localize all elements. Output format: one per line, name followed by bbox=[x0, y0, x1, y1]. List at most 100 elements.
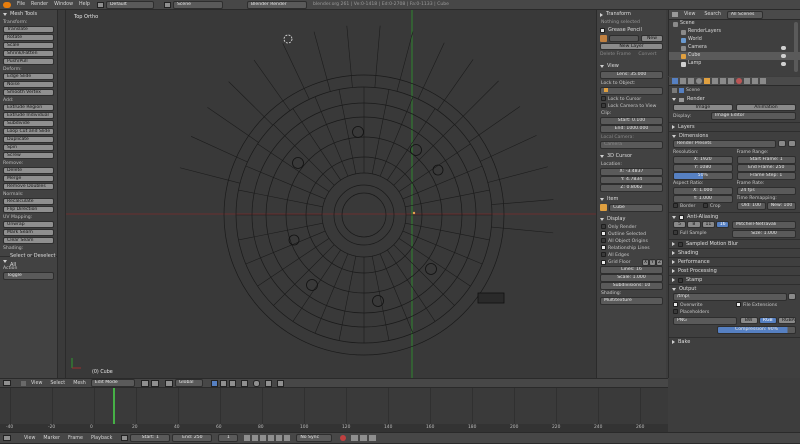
border-check[interactable] bbox=[673, 203, 678, 208]
anti-aliasing-header[interactable]: Anti-Aliasing bbox=[669, 212, 800, 221]
preview-range-icon[interactable] bbox=[121, 435, 129, 441]
timeline-end-field[interactable]: End: 250 bbox=[172, 434, 213, 442]
grid-axis-z[interactable]: Z bbox=[656, 259, 663, 266]
pin-icon[interactable] bbox=[672, 88, 677, 93]
world-tab-icon[interactable] bbox=[696, 78, 702, 84]
aa-filter-select[interactable]: Mitchell-Netravali bbox=[732, 221, 796, 229]
aa-sample-button[interactable]: 8 bbox=[687, 221, 701, 228]
file-format-select[interactable]: PNG bbox=[673, 317, 737, 325]
performance-header[interactable]: Performance bbox=[669, 257, 800, 266]
post-processing-header[interactable]: Post Processing bbox=[669, 266, 800, 275]
folder-icon[interactable] bbox=[788, 293, 796, 300]
anti-aliasing-toggle[interactable] bbox=[679, 214, 684, 220]
tool-button[interactable]: Loop Cut and Slide bbox=[3, 128, 54, 135]
aa-size-field[interactable]: Size: 1.000 bbox=[732, 230, 796, 238]
edge-select-icon[interactable] bbox=[219, 379, 227, 387]
bake-header[interactable]: Bake bbox=[669, 337, 800, 346]
view-header[interactable]: View bbox=[597, 62, 666, 71]
tool-button[interactable]: Clear Seam bbox=[3, 237, 54, 244]
current-frame-field[interactable]: 1 bbox=[218, 434, 239, 442]
prev-key-icon[interactable] bbox=[252, 435, 259, 441]
render-image-button[interactable]: Image bbox=[673, 104, 733, 111]
data-tab-icon[interactable] bbox=[728, 78, 734, 84]
layout-select[interactable]: Default bbox=[105, 0, 154, 9]
jump-end-icon[interactable] bbox=[284, 435, 291, 441]
outliner-item[interactable]: Camera bbox=[669, 44, 800, 52]
lock-camera-check[interactable]: Lock Camera to View bbox=[597, 103, 666, 110]
grid-axis-y[interactable]: Y bbox=[649, 259, 656, 266]
sync-select[interactable]: No Sync bbox=[296, 434, 333, 442]
output-header[interactable]: Output bbox=[669, 284, 800, 293]
overwrite-check[interactable]: Overwrite bbox=[673, 302, 733, 309]
tool-button[interactable]: Smooth Vertex bbox=[3, 89, 54, 96]
local-camera-field[interactable]: Camera bbox=[600, 141, 663, 149]
timeline-marker-menu[interactable]: Marker bbox=[40, 436, 63, 441]
jump-start-icon[interactable] bbox=[244, 435, 251, 441]
physics-tab-icon[interactable] bbox=[760, 78, 766, 84]
render-animation-button[interactable]: Animation bbox=[736, 104, 796, 111]
tool-shelf-scrollbar[interactable] bbox=[58, 10, 66, 378]
tool-button[interactable]: Screw bbox=[3, 152, 54, 159]
play-icon[interactable] bbox=[268, 435, 275, 441]
frame-step-field[interactable]: Frame Step: 1 bbox=[736, 172, 796, 180]
time-old-field[interactable]: Old: 100 bbox=[736, 202, 766, 210]
outliner-item[interactable]: RenderLayers bbox=[669, 28, 800, 36]
placeholders-check[interactable]: Placeholders bbox=[669, 309, 800, 316]
grease-pencil-header[interactable]: Grease Pencil bbox=[597, 26, 666, 35]
snap-icon[interactable] bbox=[264, 379, 272, 387]
current-frame-line[interactable] bbox=[113, 388, 115, 424]
mesh-tools-header[interactable]: Mesh Tools bbox=[0, 10, 57, 19]
tool-button[interactable]: Duplicate bbox=[3, 136, 54, 143]
tool-button[interactable]: Edge Slide bbox=[3, 73, 54, 80]
tool-button[interactable]: Mark Seam bbox=[3, 229, 54, 236]
transform-header[interactable]: Transform bbox=[597, 10, 666, 19]
color-rgb-button[interactable]: RGB bbox=[758, 317, 777, 324]
3d-cursor-header[interactable]: 3D Cursor bbox=[597, 152, 666, 161]
layers-panel-header[interactable]: Layers bbox=[669, 122, 800, 131]
preset-add-button[interactable] bbox=[778, 140, 786, 147]
aa-sample-button[interactable]: 11 bbox=[701, 221, 715, 228]
grease-new-button[interactable]: New bbox=[641, 35, 663, 42]
all-origins-check[interactable]: All Object Origins bbox=[597, 238, 666, 245]
grid-floor-check[interactable] bbox=[601, 260, 606, 265]
item-name-field[interactable]: Cube bbox=[609, 204, 663, 212]
aa-sample-button[interactable]: 5 bbox=[673, 221, 687, 228]
aa-sample-button[interactable]: 16 bbox=[715, 221, 729, 228]
outliner-view-menu[interactable]: View bbox=[681, 12, 698, 17]
frame-rate-select[interactable]: 24 fps bbox=[736, 187, 796, 195]
tool-button[interactable]: Remove Doubles bbox=[3, 183, 54, 190]
tool-button[interactable]: Noise bbox=[3, 81, 54, 88]
tool-button[interactable]: Spin bbox=[3, 144, 54, 151]
lock-cursor-check[interactable]: Lock to Cursor bbox=[597, 96, 666, 103]
pivot-icon[interactable] bbox=[150, 379, 159, 387]
grease-pencil-toggle[interactable] bbox=[600, 28, 605, 33]
menu-collapse-icon[interactable] bbox=[21, 380, 26, 386]
insert-key-icon[interactable] bbox=[360, 435, 368, 441]
outliner-item[interactable]: Scene bbox=[669, 20, 800, 28]
outliner-item[interactable]: Cube bbox=[669, 52, 800, 60]
visibility-eye-icon[interactable] bbox=[781, 54, 786, 58]
face-select-icon[interactable] bbox=[228, 379, 236, 387]
header-mesh-menu[interactable]: Mesh bbox=[70, 381, 89, 386]
preset-remove-button[interactable] bbox=[788, 140, 796, 147]
lock-object-field[interactable] bbox=[600, 87, 663, 95]
render-engine-select[interactable]: Blender Render bbox=[246, 0, 307, 9]
layers-tab-icon[interactable] bbox=[680, 78, 686, 84]
viewport-3d[interactable]: Top Ortho (0) Cube bbox=[66, 10, 596, 378]
layout-icon[interactable] bbox=[96, 1, 104, 8]
header-select-menu[interactable]: Select bbox=[47, 381, 68, 386]
relationship-lines-check[interactable]: Relationship Lines bbox=[597, 245, 666, 252]
output-path-field[interactable]: /tmp\ bbox=[673, 293, 787, 301]
item-header[interactable]: Item bbox=[597, 195, 666, 204]
outliner-scrollbar[interactable] bbox=[794, 22, 798, 72]
display-header[interactable]: Display bbox=[597, 215, 666, 224]
tool-button[interactable]: Extrude Region bbox=[3, 104, 54, 111]
play-reverse-icon[interactable] bbox=[260, 435, 267, 441]
tool-button[interactable]: Delete bbox=[3, 167, 54, 174]
compression-slider[interactable]: Compression: 90% bbox=[717, 326, 796, 334]
color-rgba-button[interactable]: RGBA bbox=[777, 317, 796, 324]
scene-icon[interactable] bbox=[163, 1, 171, 8]
proportional-icon[interactable] bbox=[252, 379, 260, 387]
mode-select[interactable]: Edit Mode bbox=[90, 379, 135, 387]
constraints-tab-icon[interactable] bbox=[712, 78, 718, 84]
